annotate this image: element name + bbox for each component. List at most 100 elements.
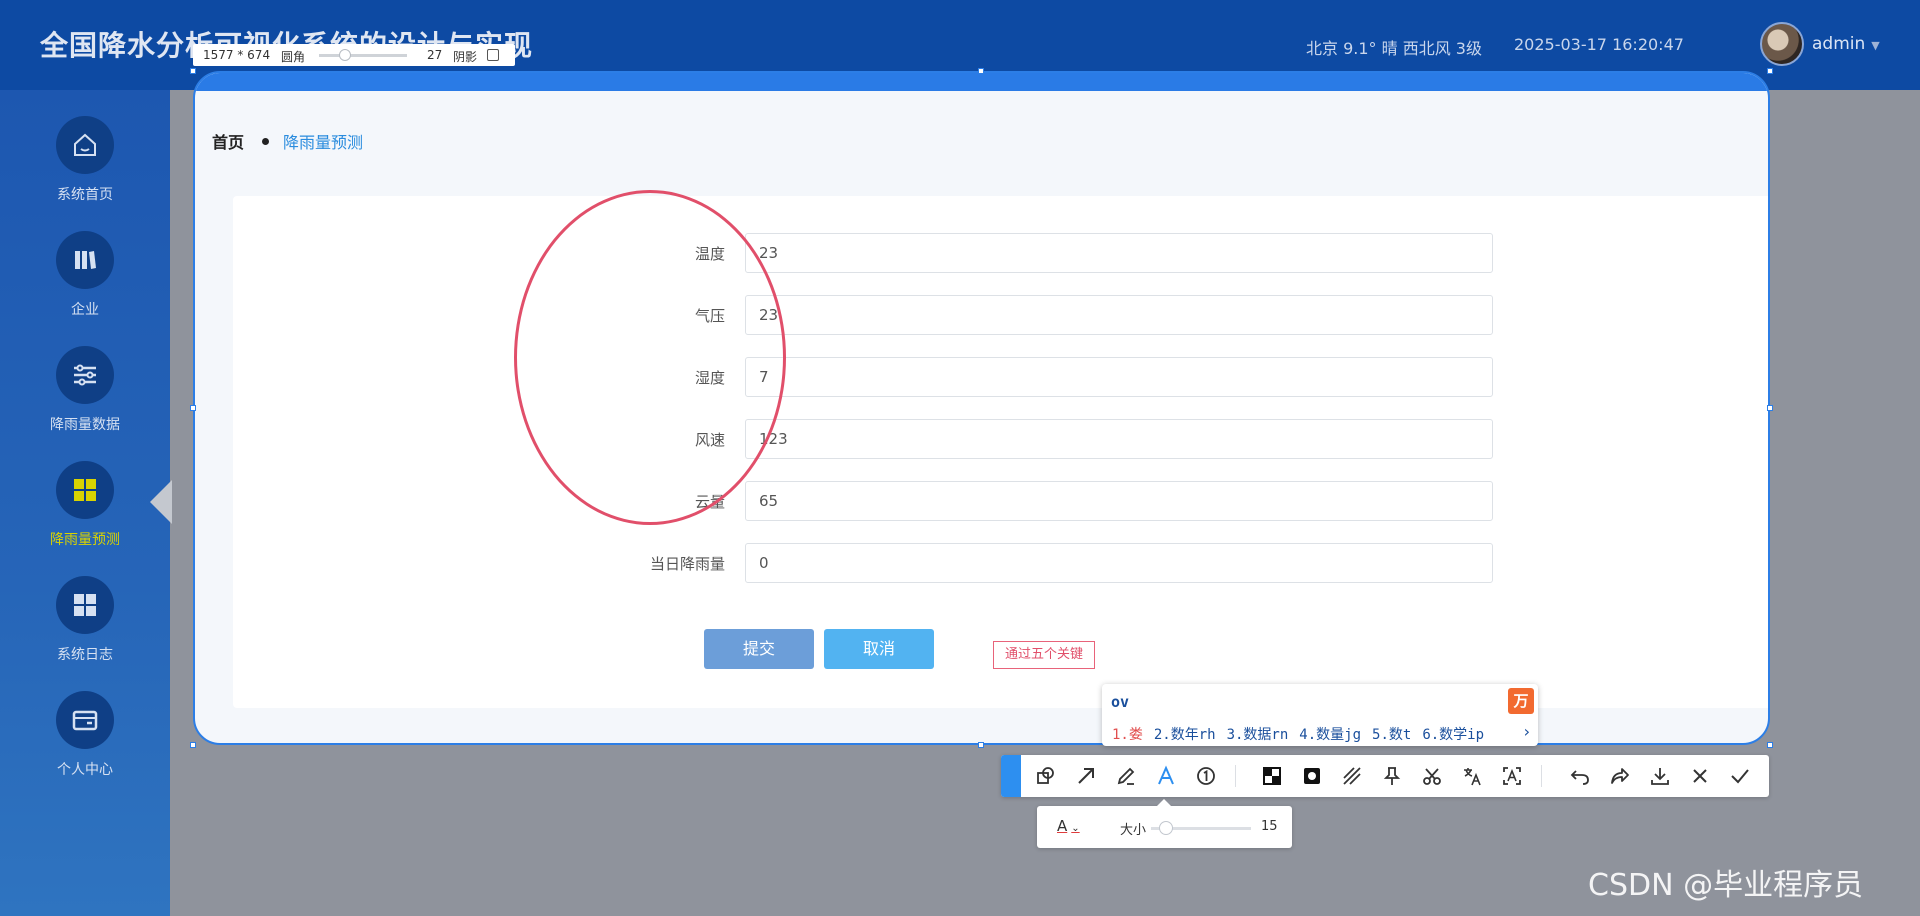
toolbar-divider xyxy=(1541,765,1542,787)
redo-icon[interactable] xyxy=(1606,762,1634,790)
ime-candidate[interactable]: 3.数据rn xyxy=(1227,727,1289,743)
form-row-temperature: 温度 23 xyxy=(233,233,1533,273)
undo-icon[interactable] xyxy=(1566,762,1594,790)
field-label: 湿度 xyxy=(694,369,725,387)
shape-tool-icon[interactable] xyxy=(1032,762,1060,790)
resize-handle[interactable] xyxy=(1767,68,1773,74)
cloud-cover-input[interactable]: 65 xyxy=(745,481,1493,521)
translate-tool-icon[interactable] xyxy=(1458,762,1486,790)
breadcrumb: 首页 降雨量预测 xyxy=(212,129,363,153)
caret-down-icon: ▼ xyxy=(1871,39,1880,52)
ime-candidate[interactable]: 1.娄 xyxy=(1112,727,1143,743)
ime-candidate[interactable]: 4.数量jg xyxy=(1299,727,1361,743)
resize-handle[interactable] xyxy=(1767,742,1773,748)
sidebar: 系统首页 企业 降雨量数据 降雨量预测 系统日志 个人中心 xyxy=(0,90,170,916)
content-area: 首页 降雨量预测 温度 23 气压 23 湿度 7 风速 123 云量 65 当日… xyxy=(193,71,1770,745)
ime-next-page-icon[interactable]: › xyxy=(1524,722,1530,741)
breadcrumb-current[interactable]: 降雨量预测 xyxy=(283,133,363,152)
shadow-label: 阴影 xyxy=(453,50,478,64)
radius-label: 圆角 xyxy=(281,50,306,64)
mosaic-tool-icon[interactable] xyxy=(1258,762,1286,790)
grid-icon xyxy=(56,576,114,634)
resize-handle[interactable] xyxy=(190,68,196,74)
submit-button[interactable]: 提交 xyxy=(704,629,814,669)
weather-info: 北京 9.1° 晴 西北风 3级 xyxy=(1306,39,1482,58)
home-icon xyxy=(56,116,114,174)
temperature-input[interactable]: 23 xyxy=(745,233,1493,273)
frame-topbar xyxy=(195,73,1768,91)
chevron-down-icon: ⌄ xyxy=(1071,823,1080,834)
wind-speed-input[interactable]: 123 xyxy=(745,419,1493,459)
resize-handle[interactable] xyxy=(978,68,984,74)
breadcrumb-home[interactable]: 首页 xyxy=(212,133,244,152)
ocr-tool-icon[interactable] xyxy=(1498,762,1526,790)
daily-rainfall-input[interactable]: 0 xyxy=(745,543,1493,583)
ime-candidate[interactable]: 2.数年rh xyxy=(1154,727,1216,743)
sidebar-item-home[interactable]: 系统首页 xyxy=(0,116,170,216)
radius-slider-thumb[interactable] xyxy=(339,49,351,61)
toolbar-divider xyxy=(1235,765,1236,787)
field-label: 风速 xyxy=(694,431,725,449)
popover-arrow xyxy=(1157,799,1171,806)
shadow-checkbox[interactable] xyxy=(487,49,499,61)
number-tool-icon[interactable] xyxy=(1192,762,1220,790)
download-icon[interactable] xyxy=(1646,762,1674,790)
ime-candidates: 1.娄 2.数年rh 3.数据rn 4.数量jg 5.数t 6.数学ip xyxy=(1112,724,1495,744)
ime-composition: ov xyxy=(1111,693,1130,711)
sidebar-item-label: 降雨量预测 xyxy=(50,532,120,548)
radius-value: 27 xyxy=(427,48,443,62)
sidebar-item-label: 降雨量数据 xyxy=(50,417,120,433)
blur-tool-icon[interactable] xyxy=(1298,762,1326,790)
close-icon[interactable] xyxy=(1686,762,1714,790)
field-label: 温度 xyxy=(694,245,725,263)
sidebar-item-label: 个人中心 xyxy=(57,762,113,778)
text-tool-icon[interactable] xyxy=(1152,762,1180,790)
avatar[interactable] xyxy=(1760,22,1804,66)
watermark: CSDN @毕业程序员 xyxy=(1588,868,1864,903)
active-pointer xyxy=(150,480,172,524)
resize-handle[interactable] xyxy=(978,742,984,748)
ime-logo-icon: 万 xyxy=(1508,688,1534,714)
sidebar-item-rainfall-data[interactable]: 降雨量数据 xyxy=(0,346,170,446)
datetime: 2025-03-17 16:20:47 xyxy=(1514,35,1684,54)
form-row-humidity: 湿度 7 xyxy=(233,357,1533,397)
pen-tool-icon[interactable] xyxy=(1112,762,1140,790)
resize-handle[interactable] xyxy=(1767,405,1773,411)
ime-candidate[interactable]: 5.数t xyxy=(1372,727,1411,743)
sidebar-item-profile[interactable]: 个人中心 xyxy=(0,691,170,791)
text-options-bar: A ⌄ 大小 15 xyxy=(1037,799,1292,848)
confirm-icon[interactable] xyxy=(1726,762,1754,790)
arrow-tool-icon[interactable] xyxy=(1072,762,1100,790)
pressure-input[interactable]: 23 xyxy=(745,295,1493,335)
ime-candidate[interactable]: 6.数学ip xyxy=(1422,727,1484,743)
radius-slider-track[interactable] xyxy=(319,54,407,57)
resize-handle[interactable] xyxy=(190,405,196,411)
breadcrumb-separator xyxy=(262,138,270,145)
wallet-icon xyxy=(56,691,114,749)
ime-candidate-window: ov 万 1.娄 2.数年rh 3.数据rn 4.数量jg 5.数t 6.数学ip › xyxy=(1102,684,1538,746)
size-slider-thumb[interactable] xyxy=(1159,821,1173,835)
sidebar-item-rainfall-forecast[interactable]: 降雨量预测 xyxy=(0,461,170,561)
font-color-button[interactable]: A ⌄ xyxy=(1057,817,1080,835)
size-label: 大小 xyxy=(1120,823,1147,838)
field-label: 当日降雨量 xyxy=(649,555,725,573)
scissors-tool-icon[interactable] xyxy=(1418,762,1446,790)
grid-icon xyxy=(56,461,114,519)
forecast-form: 温度 23 气压 23 湿度 7 风速 123 云量 65 当日降雨量 0 xyxy=(233,196,1768,708)
username: admin xyxy=(1812,34,1866,54)
size-value: 15 xyxy=(1261,819,1278,834)
sidebar-item-enterprise[interactable]: 企业 xyxy=(0,231,170,331)
hatch-tool-icon[interactable] xyxy=(1338,762,1366,790)
annotation-text[interactable]: 通过五个关键 xyxy=(993,641,1095,669)
bell-icon[interactable] xyxy=(1001,755,1021,797)
humidity-input[interactable]: 7 xyxy=(745,357,1493,397)
books-icon xyxy=(56,231,114,289)
sidebar-item-system-log[interactable]: 系统日志 xyxy=(0,576,170,676)
user-menu[interactable]: admin ▼ xyxy=(1812,34,1880,54)
field-label: 云量 xyxy=(694,493,725,511)
cancel-button[interactable]: 取消 xyxy=(824,629,934,669)
screenshot-toolbar xyxy=(1001,755,1769,797)
sidebar-item-label: 系统首页 xyxy=(57,187,113,203)
pin-tool-icon[interactable] xyxy=(1378,762,1406,790)
resize-handle[interactable] xyxy=(190,742,196,748)
